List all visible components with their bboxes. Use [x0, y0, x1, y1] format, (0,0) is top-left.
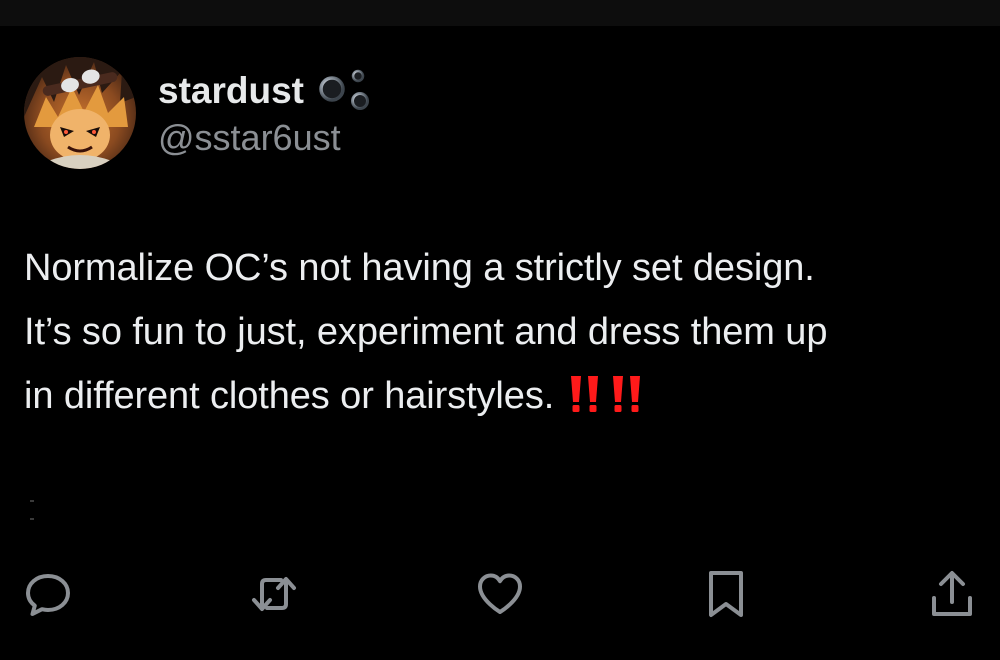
avatar[interactable] — [24, 57, 136, 169]
divider-mark — [30, 500, 34, 502]
top-strip — [0, 0, 1000, 26]
repost-button[interactable] — [248, 568, 300, 620]
double-exclamation-icon — [610, 370, 644, 434]
share-icon — [932, 571, 972, 616]
share-button[interactable] — [926, 568, 978, 620]
reply-button[interactable] — [22, 568, 74, 620]
bookmark-icon — [709, 571, 743, 617]
post-text-line-last: in different clothes or hairstyles. — [24, 364, 984, 434]
reply-icon — [26, 574, 70, 616]
repost-icon — [252, 577, 296, 611]
divider-mark — [30, 518, 34, 520]
bubbles-icon — [318, 65, 374, 117]
display-name[interactable]: stardust — [158, 70, 304, 112]
heart-icon — [478, 573, 522, 614]
post-text-line: It’s so fun to just, experiment and dres… — [24, 311, 828, 353]
like-button[interactable] — [474, 568, 526, 620]
post-text-line: Normalize OC’s not having a strictly set… — [24, 247, 815, 289]
post-text-line: in different clothes or hairstyles. — [24, 375, 555, 417]
author-handle[interactable]: @sstar6ust — [158, 118, 341, 158]
double-exclamation-icon — [568, 370, 602, 434]
bookmark-button[interactable] — [700, 568, 752, 620]
post-body: Normalize OC’s not having a strictly set… — [24, 236, 984, 434]
action-bar — [0, 568, 1000, 628]
